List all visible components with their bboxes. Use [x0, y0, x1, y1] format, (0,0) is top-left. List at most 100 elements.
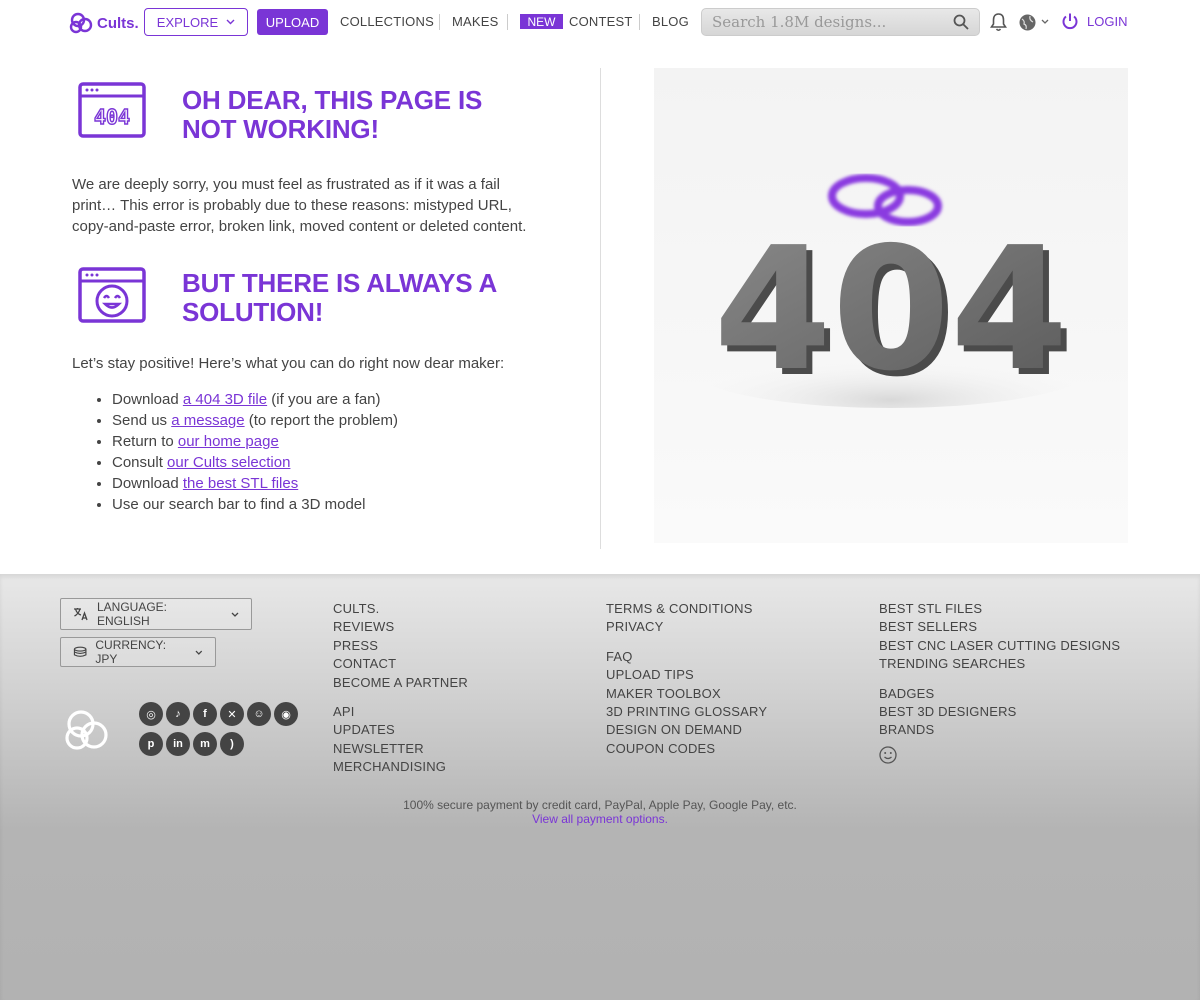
solution-link[interactable]: a message	[171, 412, 244, 429]
tiktok-icon[interactable]: ♪	[166, 702, 190, 726]
error-content: 404 OH DEAR, THIS PAGE IS NOT WORKING! W…	[72, 68, 542, 515]
chevron-down-icon	[195, 650, 203, 655]
footer-link[interactable]: MAKER TOOLBOX	[606, 685, 767, 703]
smiley-icon[interactable]	[879, 746, 897, 764]
nav-blog[interactable]: BLOG	[652, 14, 689, 29]
svg-text:404: 404	[714, 211, 1069, 409]
footer-link[interactable]: DESIGN ON DEMAND	[606, 721, 767, 739]
logo-text: Cults.	[97, 14, 139, 32]
payment-info: 100% secure payment by credit card, PayP…	[0, 798, 1200, 826]
explore-label: EXPLORE	[156, 14, 219, 30]
solution-item: Use our search bar to find a 3D model	[112, 494, 542, 515]
footer-link[interactable]: NEWSLETTER	[333, 740, 468, 758]
power-icon	[1062, 13, 1078, 30]
footer-link[interactable]: BEST 3D DESIGNERS	[879, 703, 1120, 721]
solution-item: Download a 404 3D file (if you are a fan…	[112, 389, 542, 410]
solution-item: Send us a message (to report the problem…	[112, 410, 542, 431]
nav-separator	[639, 14, 640, 30]
footer-link-group: BADGES BEST 3D DESIGNERS BRANDS	[879, 685, 1120, 740]
nav-contest[interactable]: CONTEST	[569, 14, 633, 29]
error-heading: OH DEAR, THIS PAGE IS NOT WORKING!	[182, 85, 483, 144]
facebook-icon[interactable]: f	[193, 702, 217, 726]
browser-smiley-icon	[78, 267, 146, 323]
footer: LANGUAGE: ENGLISH CURRENCY: JPY ◎ ♪ f ✕ ☺ ◉ p i…	[0, 574, 1200, 1000]
footer-link[interactable]: API	[333, 703, 468, 721]
language-selector[interactable]: LANGUAGE: ENGLISH	[60, 598, 252, 630]
search-bar	[701, 8, 980, 36]
footer-link[interactable]: CULTS.	[333, 600, 468, 618]
footer-link[interactable]: 3D PRINTING GLOSSARY	[606, 703, 767, 721]
linkedin-icon[interactable]: in	[166, 732, 190, 756]
footer-link[interactable]: PRESS	[333, 637, 468, 655]
solution-link[interactable]: our Cults selection	[167, 454, 290, 471]
chevron-down-icon	[231, 612, 239, 617]
footer-link-group: CULTS. REVIEWS PRESS CONTACT BECOME A PARTNE…	[333, 600, 468, 692]
solution-item: Return to our home page	[112, 431, 542, 452]
footer-link[interactable]: TRENDING SEARCHES	[879, 655, 1120, 673]
footer-column-1: CULTS. REVIEWS PRESS CONTACT BECOME A PARTNE…	[333, 600, 468, 788]
footer-link[interactable]: BECOME A PARTNER	[333, 674, 468, 692]
nav-collections[interactable]: COLLECTIONS	[340, 14, 434, 29]
footer-column-3: BEST STL FILES BEST SELLERS BEST CNC LASER…	[879, 600, 1120, 751]
bell-icon[interactable]	[990, 12, 1007, 32]
footer-link-group: FAQ UPLOAD TIPS MAKER TOOLBOX 3D PRINTING G…	[606, 648, 767, 758]
footer-link-group: BEST STL FILES BEST SELLERS BEST CNC LASER…	[879, 600, 1120, 674]
footer-link-group: API UPDATES NEWSLETTER MERCHANDISING	[333, 703, 468, 777]
solution-item: Download the best STL files	[112, 473, 542, 494]
reddit-icon[interactable]: ☺	[247, 702, 271, 726]
footer-link[interactable]: FAQ	[606, 648, 767, 666]
login-button[interactable]: LOGIN	[1061, 12, 1127, 30]
solution-heading: BUT THERE IS ALWAYS A SOLUTION!	[182, 268, 497, 327]
footer-link[interactable]: PRIVACY	[606, 618, 767, 636]
search-input[interactable]	[712, 13, 953, 31]
svg-text:404: 404	[94, 105, 130, 129]
currency-selector[interactable]: CURRENCY: JPY	[60, 637, 216, 667]
upload-button[interactable]: UPLOAD	[257, 9, 328, 35]
footer-link-group: TERMS & CONDITIONS PRIVACY	[606, 600, 767, 637]
search-icon[interactable]	[953, 14, 969, 30]
chevron-down-icon	[226, 19, 235, 25]
solution-text: Return to	[112, 433, 178, 450]
chevron-down-icon[interactable]	[1041, 19, 1049, 24]
explore-button[interactable]: EXPLORE	[144, 8, 248, 36]
footer-link[interactable]: UPDATES	[333, 721, 468, 739]
cults-logo[interactable]: Cults.	[69, 11, 139, 35]
login-label: LOGIN	[1087, 13, 1128, 29]
footer-link[interactable]: COUPON CODES	[606, 740, 767, 758]
cults-cloud-icon[interactable]	[62, 706, 112, 754]
mastodon-icon[interactable]: m	[193, 732, 217, 756]
footer-link[interactable]: MERCHANDISING	[333, 758, 468, 776]
solution-intro: Let’s stay positive! Here’s what you can…	[72, 355, 505, 372]
solution-link[interactable]: a 404 3D file	[183, 391, 267, 408]
footer-link[interactable]: BEST CNC LASER CUTTING DESIGNS	[879, 637, 1120, 655]
solution-text: (to report the problem)	[244, 412, 398, 429]
solution-link[interactable]: the best STL files	[183, 475, 298, 492]
error-paragraph: We are deeply sorry, you must feel as fr…	[72, 176, 527, 235]
new-badge: NEW	[520, 14, 563, 29]
instagram-icon[interactable]: ◎	[139, 702, 163, 726]
browser-404-icon: 404	[78, 82, 146, 138]
footer-link[interactable]: CONTACT	[333, 655, 468, 673]
footer-link[interactable]: BRANDS	[879, 721, 1120, 739]
solution-text: (if you are a fan)	[267, 391, 381, 408]
nav-makes[interactable]: MAKES	[452, 14, 499, 29]
nav-separator	[439, 14, 440, 30]
footer-link[interactable]: REVIEWS	[333, 618, 468, 636]
footer-link[interactable]: TERMS & CONDITIONS	[606, 600, 767, 618]
discord-icon[interactable]: ◉	[274, 702, 298, 726]
pinterest-icon[interactable]: p	[139, 732, 163, 756]
footer-link[interactable]: BADGES	[879, 685, 1120, 703]
solution-link[interactable]: our home page	[178, 433, 279, 450]
solution-text: Consult	[112, 454, 168, 471]
solution-text: Download	[112, 475, 183, 492]
top-navbar: Cults. EXPLORE UPLOAD COLLECTIONS MAKES …	[0, 0, 1200, 44]
rss-icon[interactable]: )	[220, 732, 244, 756]
language-label: LANGUAGE: ENGLISH	[97, 600, 168, 628]
payment-options-link[interactable]: View all payment options.	[532, 812, 668, 826]
footer-link[interactable]: BEST STL FILES	[879, 600, 1120, 618]
footer-link[interactable]: UPLOAD TIPS	[606, 666, 767, 684]
footer-link[interactable]: BEST SELLERS	[879, 618, 1120, 636]
vertical-divider	[600, 68, 601, 549]
x-icon[interactable]: ✕	[220, 702, 244, 726]
globe-icon[interactable]	[1018, 13, 1037, 32]
